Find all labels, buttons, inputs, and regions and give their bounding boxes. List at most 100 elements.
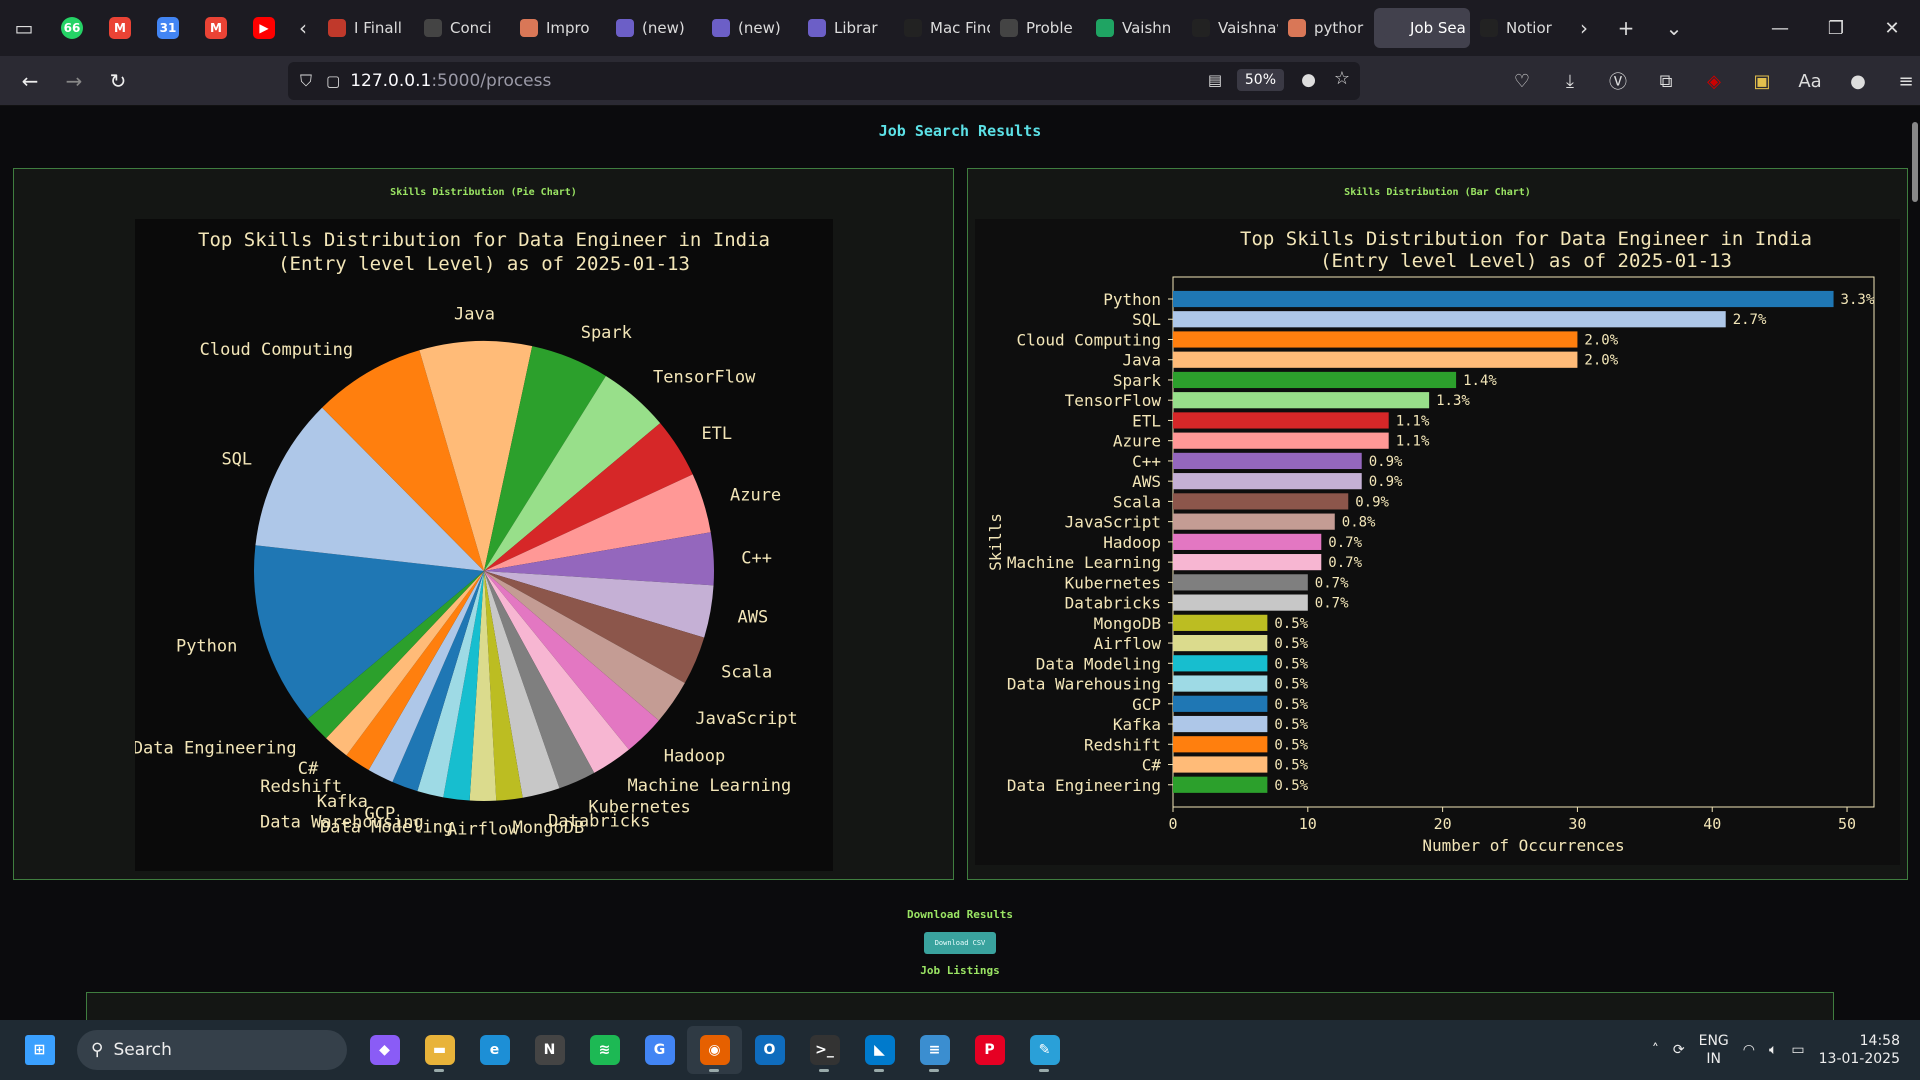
forward-icon[interactable]: → xyxy=(52,59,96,103)
bar-chart-title-line: Top Skills Distribution for Data Enginee… xyxy=(1240,228,1812,250)
extension-v-icon[interactable]: Ⓥ xyxy=(1596,59,1640,103)
zoom-level[interactable]: 50% xyxy=(1236,69,1284,91)
gmail-icon: M xyxy=(205,17,227,39)
tracking-dot-icon[interactable]: ● xyxy=(1301,70,1316,90)
bar-category-label: JavaScript xyxy=(1065,513,1161,532)
restore-icon[interactable]: ❐ xyxy=(1808,0,1864,56)
taskbar-app-notepad[interactable]: ≡ xyxy=(907,1026,962,1074)
pinned-tab-gmail[interactable]: M xyxy=(96,8,144,48)
job-listings-title: Job Listings xyxy=(920,964,1000,977)
pinned-tab-youtube[interactable]: ▶ xyxy=(240,8,288,48)
taskbar-app-firefox[interactable]: ◉ xyxy=(687,1026,742,1074)
taskbar-app-vscode[interactable]: ◣ xyxy=(852,1026,907,1074)
bar-chart-title-line: (Entry level Level) as of 2025-01-13 xyxy=(1320,250,1732,272)
bar-category-label: Airflow xyxy=(1094,634,1162,653)
close-window-icon[interactable]: ✕ xyxy=(1864,0,1920,56)
bar-category-label: Data Engineering xyxy=(1007,776,1161,795)
language-label: ENG xyxy=(1698,1033,1729,1049)
tab-0[interactable]: I Finall xyxy=(318,8,414,48)
bar-kubernetes xyxy=(1173,574,1308,591)
tab-11[interactable]: Job Sea✕ xyxy=(1374,8,1470,48)
page-scrollbar[interactable] xyxy=(1912,122,1918,202)
address-bar[interactable]: ⛉ ▢ 127.0.0.1:5000/process ▤ 50% ● ☆ xyxy=(288,62,1360,100)
pinned-tab-whatsapp[interactable]: 66 xyxy=(48,8,96,48)
back-icon[interactable]: ← xyxy=(8,59,52,103)
tab-8[interactable]: Vaishn xyxy=(1086,8,1182,48)
taskbar-app-notion[interactable]: N xyxy=(522,1026,577,1074)
chevron-up-icon[interactable]: ˄ xyxy=(1652,1042,1659,1058)
tab-6[interactable]: Mac Finde xyxy=(894,8,990,48)
taskbar-app-chrome[interactable]: G xyxy=(632,1026,687,1074)
gmail-icon: M xyxy=(109,17,131,39)
tab-7[interactable]: Proble xyxy=(990,8,1086,48)
tab-4[interactable]: (new) xyxy=(702,8,798,48)
tab-1[interactable]: Conci xyxy=(414,8,510,48)
taskbar-app-pinterest[interactable]: P xyxy=(962,1026,1017,1074)
profile-icon[interactable]: ● xyxy=(1836,59,1880,103)
pinned-tab-gmail-2[interactable]: M xyxy=(192,8,240,48)
tab-5[interactable]: Librar xyxy=(798,8,894,48)
page-info-icon[interactable]: ▢ xyxy=(326,72,340,90)
pinned-tab-calendar[interactable]: 31 xyxy=(144,8,192,48)
tab-overview-icon[interactable]: ▭ xyxy=(0,0,48,56)
bar-category-label: MongoDB xyxy=(1094,614,1161,633)
pie-label: Redshift xyxy=(260,777,342,797)
page-content: Job Search Results Skills Distribution (… xyxy=(0,106,1920,1020)
bar-category-label: Java xyxy=(1122,351,1161,370)
bookmark-star-icon[interactable]: ☆ xyxy=(1334,68,1350,89)
download-csv-button[interactable]: Download CSV xyxy=(924,932,996,954)
battery-icon[interactable]: ▭ xyxy=(1791,1042,1804,1058)
volume-icon[interactable]: 🔈︎ xyxy=(1769,1042,1777,1058)
running-indicator xyxy=(1039,1069,1049,1072)
bar-redshift xyxy=(1173,736,1268,753)
scroll-tabs-right-icon[interactable]: › xyxy=(1566,0,1602,56)
tab-10[interactable]: pythor xyxy=(1278,8,1374,48)
tab-label: Mac Finde xyxy=(930,19,990,37)
tab-3[interactable]: (new) xyxy=(606,8,702,48)
pocket-icon[interactable]: ♡ xyxy=(1500,59,1544,103)
tab-12[interactable]: Notior xyxy=(1470,8,1566,48)
extension-image-icon[interactable]: ▣ xyxy=(1740,59,1784,103)
whatsapp-icon: 66 xyxy=(61,17,83,39)
minimize-icon[interactable]: — xyxy=(1752,0,1808,56)
terminal-icon: >_ xyxy=(809,1035,840,1065)
extensions-icon[interactable]: ⧉ xyxy=(1644,59,1688,103)
font-extension-icon[interactable]: Aa xyxy=(1788,59,1832,103)
toolbar-extensions: ♡ ⤓ Ⓥ ⧉ ◈ ▣ Aa ● ≡ xyxy=(1500,56,1920,106)
ublock-icon[interactable]: ◈ xyxy=(1692,59,1736,103)
start-button[interactable]: ⊞ xyxy=(12,1026,67,1074)
tab-9[interactable]: Vaishnavi xyxy=(1182,8,1278,48)
menu-icon[interactable]: ≡ xyxy=(1884,59,1920,103)
tab-label: Notior xyxy=(1506,19,1552,37)
tab-2[interactable]: Impro xyxy=(510,8,606,48)
bar-data-label: 0.5% xyxy=(1274,778,1308,794)
taskbar-app-terminal[interactable]: >_ xyxy=(797,1026,852,1074)
bar-category-label: C# xyxy=(1142,756,1162,775)
bar-chart-image: Top Skills Distribution for Data Enginee… xyxy=(975,219,1900,865)
shield-icon[interactable]: ⛉ xyxy=(300,71,312,91)
tab-label: (new) xyxy=(738,19,781,37)
page-icon xyxy=(1384,19,1402,37)
taskbar-app-outlook[interactable]: O xyxy=(742,1026,797,1074)
url-text[interactable]: 127.0.0.1:5000/process xyxy=(350,71,551,91)
taskbar-app-file-explorer[interactable]: ▬ xyxy=(412,1026,467,1074)
scroll-tabs-left-icon[interactable]: ‹ xyxy=(288,0,318,56)
list-tabs-icon[interactable]: ⌄ xyxy=(1650,0,1698,56)
new-tab-icon[interactable]: + xyxy=(1602,0,1650,56)
taskbar-app-edge[interactable]: e xyxy=(467,1026,522,1074)
taskbar-app-paint[interactable]: ✎ xyxy=(1017,1026,1072,1074)
sync-icon[interactable]: ⟳ xyxy=(1673,1042,1685,1058)
copilot-icon: ◆ xyxy=(369,1035,400,1065)
reload-icon[interactable]: ↻ xyxy=(96,59,140,103)
language-indicator[interactable]: ENG IN xyxy=(1699,1032,1729,1068)
reader-view-icon[interactable]: ▤ xyxy=(1208,71,1222,89)
taskbar-app-copilot[interactable]: ◆ xyxy=(357,1026,412,1074)
wifi-icon[interactable]: ◠ xyxy=(1743,1042,1755,1058)
bar-data-label: 2.7% xyxy=(1733,312,1767,328)
taskbar-search[interactable]: ⚲ Search xyxy=(77,1030,347,1070)
downloads-icon[interactable]: ⤓ xyxy=(1548,59,1592,103)
bar-category-label: ETL xyxy=(1132,411,1161,430)
clock[interactable]: 14:58 13-01-2025 xyxy=(1819,1032,1900,1068)
taskbar-app-spotify[interactable]: ≋ xyxy=(577,1026,632,1074)
pie-label: C++ xyxy=(741,548,772,568)
